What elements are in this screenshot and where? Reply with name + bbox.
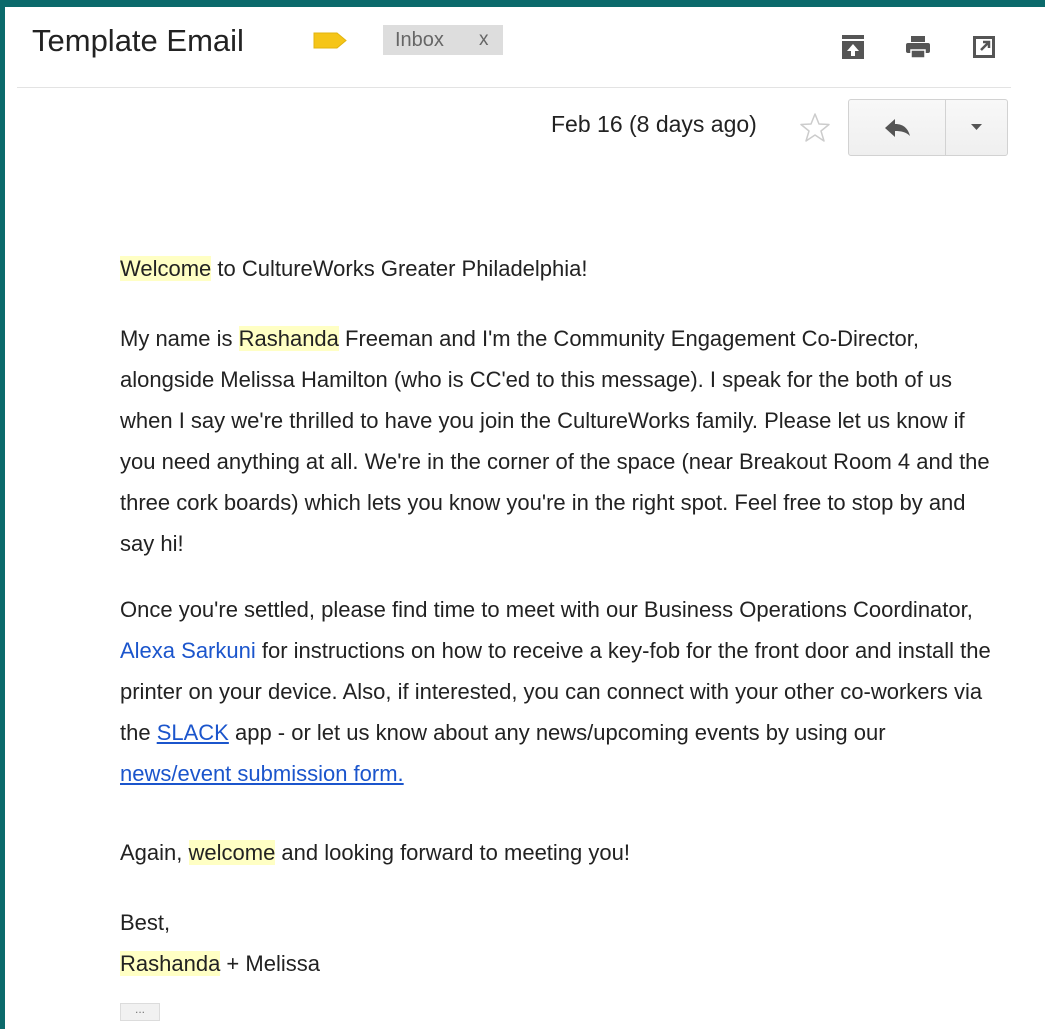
archive-icon[interactable]	[839, 33, 867, 61]
highlight-welcome-2: welcome	[188, 840, 276, 865]
open-in-new-window-icon[interactable]	[970, 33, 998, 61]
reply-button[interactable]	[849, 100, 945, 155]
greeting-text: to CultureWorks Greater Philadelphia!	[211, 256, 588, 281]
signoff: Best, Rashanda + Melissa	[120, 902, 320, 984]
closing-text-end: and looking forward to meeting you!	[275, 840, 630, 865]
reply-button-group	[848, 99, 1008, 156]
reply-icon	[885, 119, 910, 137]
highlight-rashanda-2: Rashanda	[120, 951, 221, 976]
signoff-names: + Melissa	[220, 951, 320, 976]
intro-text-rest: Freeman and I'm the Community Engagement…	[120, 326, 990, 556]
submission-form-link[interactable]: news/event submission form.	[120, 761, 404, 786]
intro-paragraph: My name is Rashanda Freeman and I'm the …	[120, 318, 1000, 564]
signoff-line: Best,	[120, 910, 171, 935]
closing-paragraph: Again, welcome and looking forward to me…	[120, 832, 630, 873]
closing-text-start: Again,	[120, 840, 189, 865]
inbox-label-chip[interactable]: Inbox x	[383, 25, 503, 55]
instructions-text-end: app - or let us know about any news/upco…	[228, 720, 886, 745]
header-divider	[17, 87, 1011, 88]
instructions-paragraph: Once you're settled, please find time to…	[120, 589, 1000, 794]
alexa-sarkuni-link[interactable]: Alexa Sarkuni	[120, 638, 256, 663]
more-options-button[interactable]	[946, 100, 1007, 155]
email-view: Template Email Inbox x Feb 16 (8 days ag…	[5, 7, 1045, 1029]
show-trimmed-content-button[interactable]: ...	[120, 1003, 160, 1021]
label-tag-icon[interactable]	[312, 32, 348, 49]
intro-text-start: My name is	[120, 326, 239, 351]
slack-link[interactable]: SLACK	[157, 720, 229, 745]
remove-label-button[interactable]: x	[479, 25, 489, 55]
greeting-paragraph: Welcome to CultureWorks Greater Philadel…	[120, 248, 588, 289]
highlight-welcome: Welcome	[120, 256, 212, 281]
email-date: Feb 16 (8 days ago)	[551, 111, 757, 137]
instructions-text-start: Once you're settled, please find time to…	[120, 597, 973, 622]
inbox-label-text: Inbox	[395, 29, 444, 51]
highlight-rashanda: Rashanda	[238, 326, 339, 351]
print-icon[interactable]	[904, 33, 932, 61]
chevron-down-icon	[971, 124, 982, 130]
email-header: Template Email Inbox x	[5, 7, 1045, 87]
email-subject: Template Email	[32, 23, 244, 58]
star-icon[interactable]	[798, 111, 832, 145]
